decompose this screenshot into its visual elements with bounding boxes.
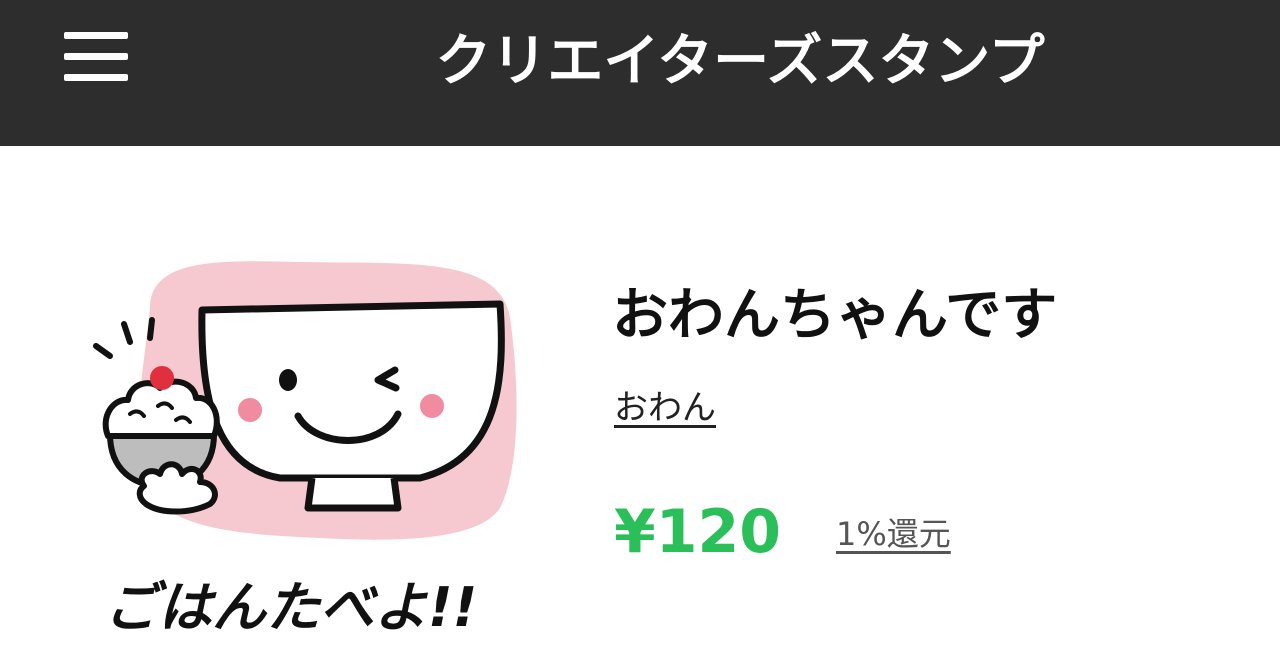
hamburger-menu-icon[interactable] bbox=[62, 28, 132, 90]
bowl-body bbox=[198, 300, 505, 482]
sticker-caption: ごはんたべよ!! bbox=[104, 576, 478, 639]
author-link[interactable]: おわん bbox=[614, 384, 716, 432]
app-header: クリエイターズスタンプ bbox=[0, 0, 1280, 146]
cheek-right bbox=[420, 394, 444, 418]
sticker-title: おわんちゃんです bbox=[612, 283, 1058, 348]
umeboshi bbox=[150, 366, 174, 390]
bowl-foot bbox=[304, 477, 402, 512]
cheek-left bbox=[238, 398, 262, 422]
price-label: ¥120 bbox=[614, 497, 781, 567]
page-title: クリエイターズスタンプ bbox=[435, 29, 1045, 94]
bowl-eye-left bbox=[279, 369, 297, 391]
reward-link[interactable]: 1%還元 bbox=[836, 510, 951, 558]
